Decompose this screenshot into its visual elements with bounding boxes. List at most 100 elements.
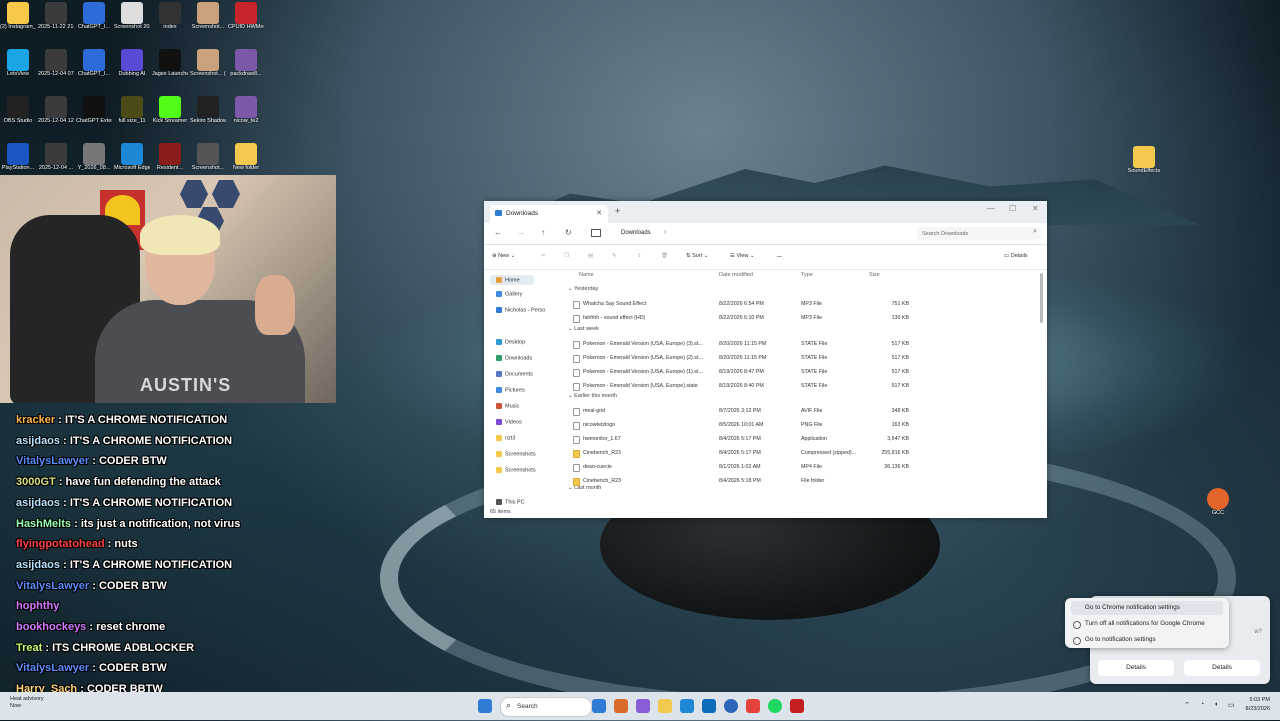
rename-icon[interactable]: ✎ <box>612 253 617 259</box>
chevron-right-icon[interactable]: › <box>664 229 666 236</box>
desktop-icon[interactable]: nicow_te2 <box>228 96 264 125</box>
file-row[interactable]: Cinebench_R23 8/4/2026 5:18 PM File folder <box>564 475 924 487</box>
column-date-modified[interactable]: Date modified <box>719 272 753 278</box>
new-tab-button[interactable]: + <box>615 206 620 216</box>
file-row[interactable]: Pokemon - Emerald Version (USA, Europe) … <box>564 352 924 364</box>
file-row[interactable]: dean-cuecie 8/1/2026 1:02 AM MP4 File 36,13… <box>564 461 924 473</box>
more-options-button[interactable]: ... <box>777 253 782 259</box>
desktop-icon[interactable]: Resident... <box>152 143 188 172</box>
sidebar-item[interactable]: Screenshots <box>496 451 536 457</box>
maximize-button[interactable]: ☐ <box>1009 204 1016 213</box>
desktop-icon[interactable]: ChatGPT_I... <box>76 49 112 78</box>
sidebar-item[interactable]: Home <box>490 275 534 286</box>
desktop-icon[interactable]: LetsView <box>0 49 36 78</box>
taskbar-app-icon[interactable] <box>592 699 606 713</box>
sidebar-item[interactable]: Screenshots <box>496 467 536 473</box>
back-arrow-icon[interactable]: ← <box>494 228 502 237</box>
taskbar-app-icon[interactable] <box>614 699 628 713</box>
file-row[interactable]: nicowtetzlogo 8/5/2026 10:01 AM PNG File 16… <box>564 419 924 431</box>
copy-icon[interactable]: ❐ <box>564 253 569 259</box>
delete-icon[interactable]: 🗑 <box>661 253 668 259</box>
sidebar-item[interactable]: Pictures <box>496 387 525 393</box>
taskbar-app-icon[interactable] <box>702 699 716 713</box>
sort-button[interactable]: ⇅ Sort ⌄ <box>686 253 708 259</box>
cut-icon[interactable]: ✂ <box>541 253 546 259</box>
sidebar-item[interactable]: Videos <box>496 419 522 425</box>
column-name[interactable]: Name <box>579 272 594 278</box>
menu-item-chrome-notification-settings[interactable]: Go to Chrome notification settings <box>1071 601 1223 615</box>
taskbar-app-icon[interactable] <box>680 699 694 713</box>
details-pane-button[interactable]: ▭ Details <box>1004 253 1028 259</box>
weather-widget[interactable]: Heat advisory Now <box>10 696 44 710</box>
file-row[interactable]: Whatcha Say Sound Effect 8/22/2026 6:54 P… <box>564 298 924 310</box>
group-header[interactable]: ⌄ Earlier this month <box>568 393 617 399</box>
desktop-icon[interactable]: Kick Streamer <box>152 96 188 125</box>
file-explorer-window[interactable]: Downloads ✕ + — ☐ ✕ ← → ↑ ↻ Downloads › … <box>484 201 1047 518</box>
desktop-icon[interactable]: CPUID HWMonitor <box>228 2 264 31</box>
share-icon[interactable]: ⇪ <box>637 253 642 259</box>
taskbar-app-icon[interactable] <box>658 699 672 713</box>
scrollbar[interactable] <box>1040 273 1043 323</box>
desktop-icon[interactable]: 2025-12-04 ... <box>38 143 74 172</box>
desktop-icon[interactable]: packdraw8... <box>228 49 264 78</box>
chevron-up-icon[interactable]: ⌃ <box>1184 701 1190 709</box>
desktop-icon[interactable]: ChatGPT_I... <box>76 2 112 31</box>
desktop-icon[interactable]: Dubbing AI <box>114 49 150 78</box>
taskbar-app-icon[interactable] <box>768 699 782 713</box>
breadcrumb-downloads[interactable]: Downloads <box>621 230 651 236</box>
view-button[interactable]: ☰ View ⌄ <box>730 253 754 259</box>
desktop-icon[interactable]: 2025-12-04 07-31-23 <box>38 49 74 78</box>
taskbar-app-icon[interactable] <box>636 699 650 713</box>
menu-item-notification-settings[interactable]: Go to notification settings <box>1071 633 1223 647</box>
file-row[interactable]: Pokemon - Emerald Version (USA, Europe) … <box>564 338 924 350</box>
desktop-icon-gcc[interactable]: GCC <box>1200 488 1236 517</box>
desktop-icon[interactable]: full size_11 <box>114 96 150 125</box>
up-arrow-icon[interactable]: ↑ <box>541 228 545 237</box>
desktop-icon[interactable]: Screenshot... <box>190 2 226 31</box>
file-row[interactable]: meal-grid 8/7/2026 3:12 PM AVIF File 348 KB <box>564 405 924 417</box>
desktop-icon[interactable]: Screenshot... (1) <box>190 49 226 78</box>
desktop-icon[interactable]: 2025-12-04 12-41-41 <box>38 96 74 125</box>
battery-icon[interactable]: ▭ <box>1228 701 1235 709</box>
system-clock[interactable]: 5:03 PM 8/23/2026 <box>1246 696 1270 714</box>
sidebar-item[interactable]: Downloads <box>496 355 532 361</box>
desktop-icon[interactable]: New folder <box>228 143 264 172</box>
desktop-icon[interactable]: Sekiro Shadows D... <box>190 96 226 125</box>
file-row[interactable]: fahhhh - sound effect (HD) 8/22/2026 6:10… <box>564 312 924 324</box>
taskbar-app-icon[interactable] <box>746 699 760 713</box>
details-button[interactable]: Details <box>1184 660 1260 676</box>
desktop-icon[interactable]: index <box>152 2 188 31</box>
desktop-icon[interactable]: Screenshot 2026-08-... <box>114 2 150 31</box>
menu-item-turn-off-notifications[interactable]: Turn off all notifications for Google Ch… <box>1071 617 1223 631</box>
column-type[interactable]: Type <box>801 272 813 278</box>
paste-icon[interactable]: ▤ <box>588 253 593 259</box>
sidebar-item[interactable]: This PC <box>496 499 525 505</box>
desktop-icon[interactable]: Y_2026_08... <box>76 143 112 172</box>
desktop-icon[interactable]: Jagex Launcher <box>152 49 188 78</box>
group-header[interactable]: ⌄ Yesterday <box>568 286 598 292</box>
taskbar-app-icon[interactable] <box>724 699 738 713</box>
desktop-folder-soundeffects[interactable]: SoundEffects <box>1126 146 1162 175</box>
minimize-button[interactable]: — <box>987 204 995 213</box>
details-button[interactable]: Details <box>1098 660 1174 676</box>
desktop-icon[interactable]: Screenshot... <box>190 143 226 172</box>
file-row[interactable]: Cinebench_R23 8/4/2026 5:17 PM Compressed … <box>564 447 924 459</box>
desktop-icon[interactable]: 2025-11-22 21-19-46 <box>38 2 74 31</box>
forward-arrow-icon[interactable]: → <box>517 228 525 237</box>
start-button[interactable] <box>478 699 492 713</box>
column-size[interactable]: Size <box>869 272 880 278</box>
desktop-icon[interactable]: ChatGPT Extension 11 <box>76 96 112 125</box>
sidebar-item[interactable]: Gallery <box>496 291 522 297</box>
sidebar-item[interactable]: Music <box>496 403 519 409</box>
close-tab-icon[interactable]: ✕ <box>596 209 602 217</box>
desktop-icon[interactable]: Microsoft Edge <box>114 143 150 172</box>
sidebar-item[interactable]: nzt3 <box>496 435 515 441</box>
new-button[interactable]: ⊕ New ⌄ <box>492 253 515 259</box>
network-icon[interactable]: ◔ <box>1200 701 1204 708</box>
taskbar-search[interactable]: ⌕ Search <box>500 697 592 717</box>
close-window-button[interactable]: ✕ <box>1032 204 1039 213</box>
desktop-icon[interactable]: (2) Instagram_... <box>0 2 36 31</box>
file-row[interactable]: hwmonitor_1.67 8/4/2026 5:17 PM Applicatio… <box>564 433 924 445</box>
tab-downloads[interactable]: Downloads ✕ <box>490 205 608 223</box>
volume-icon[interactable]: ◖ <box>1214 701 1218 708</box>
